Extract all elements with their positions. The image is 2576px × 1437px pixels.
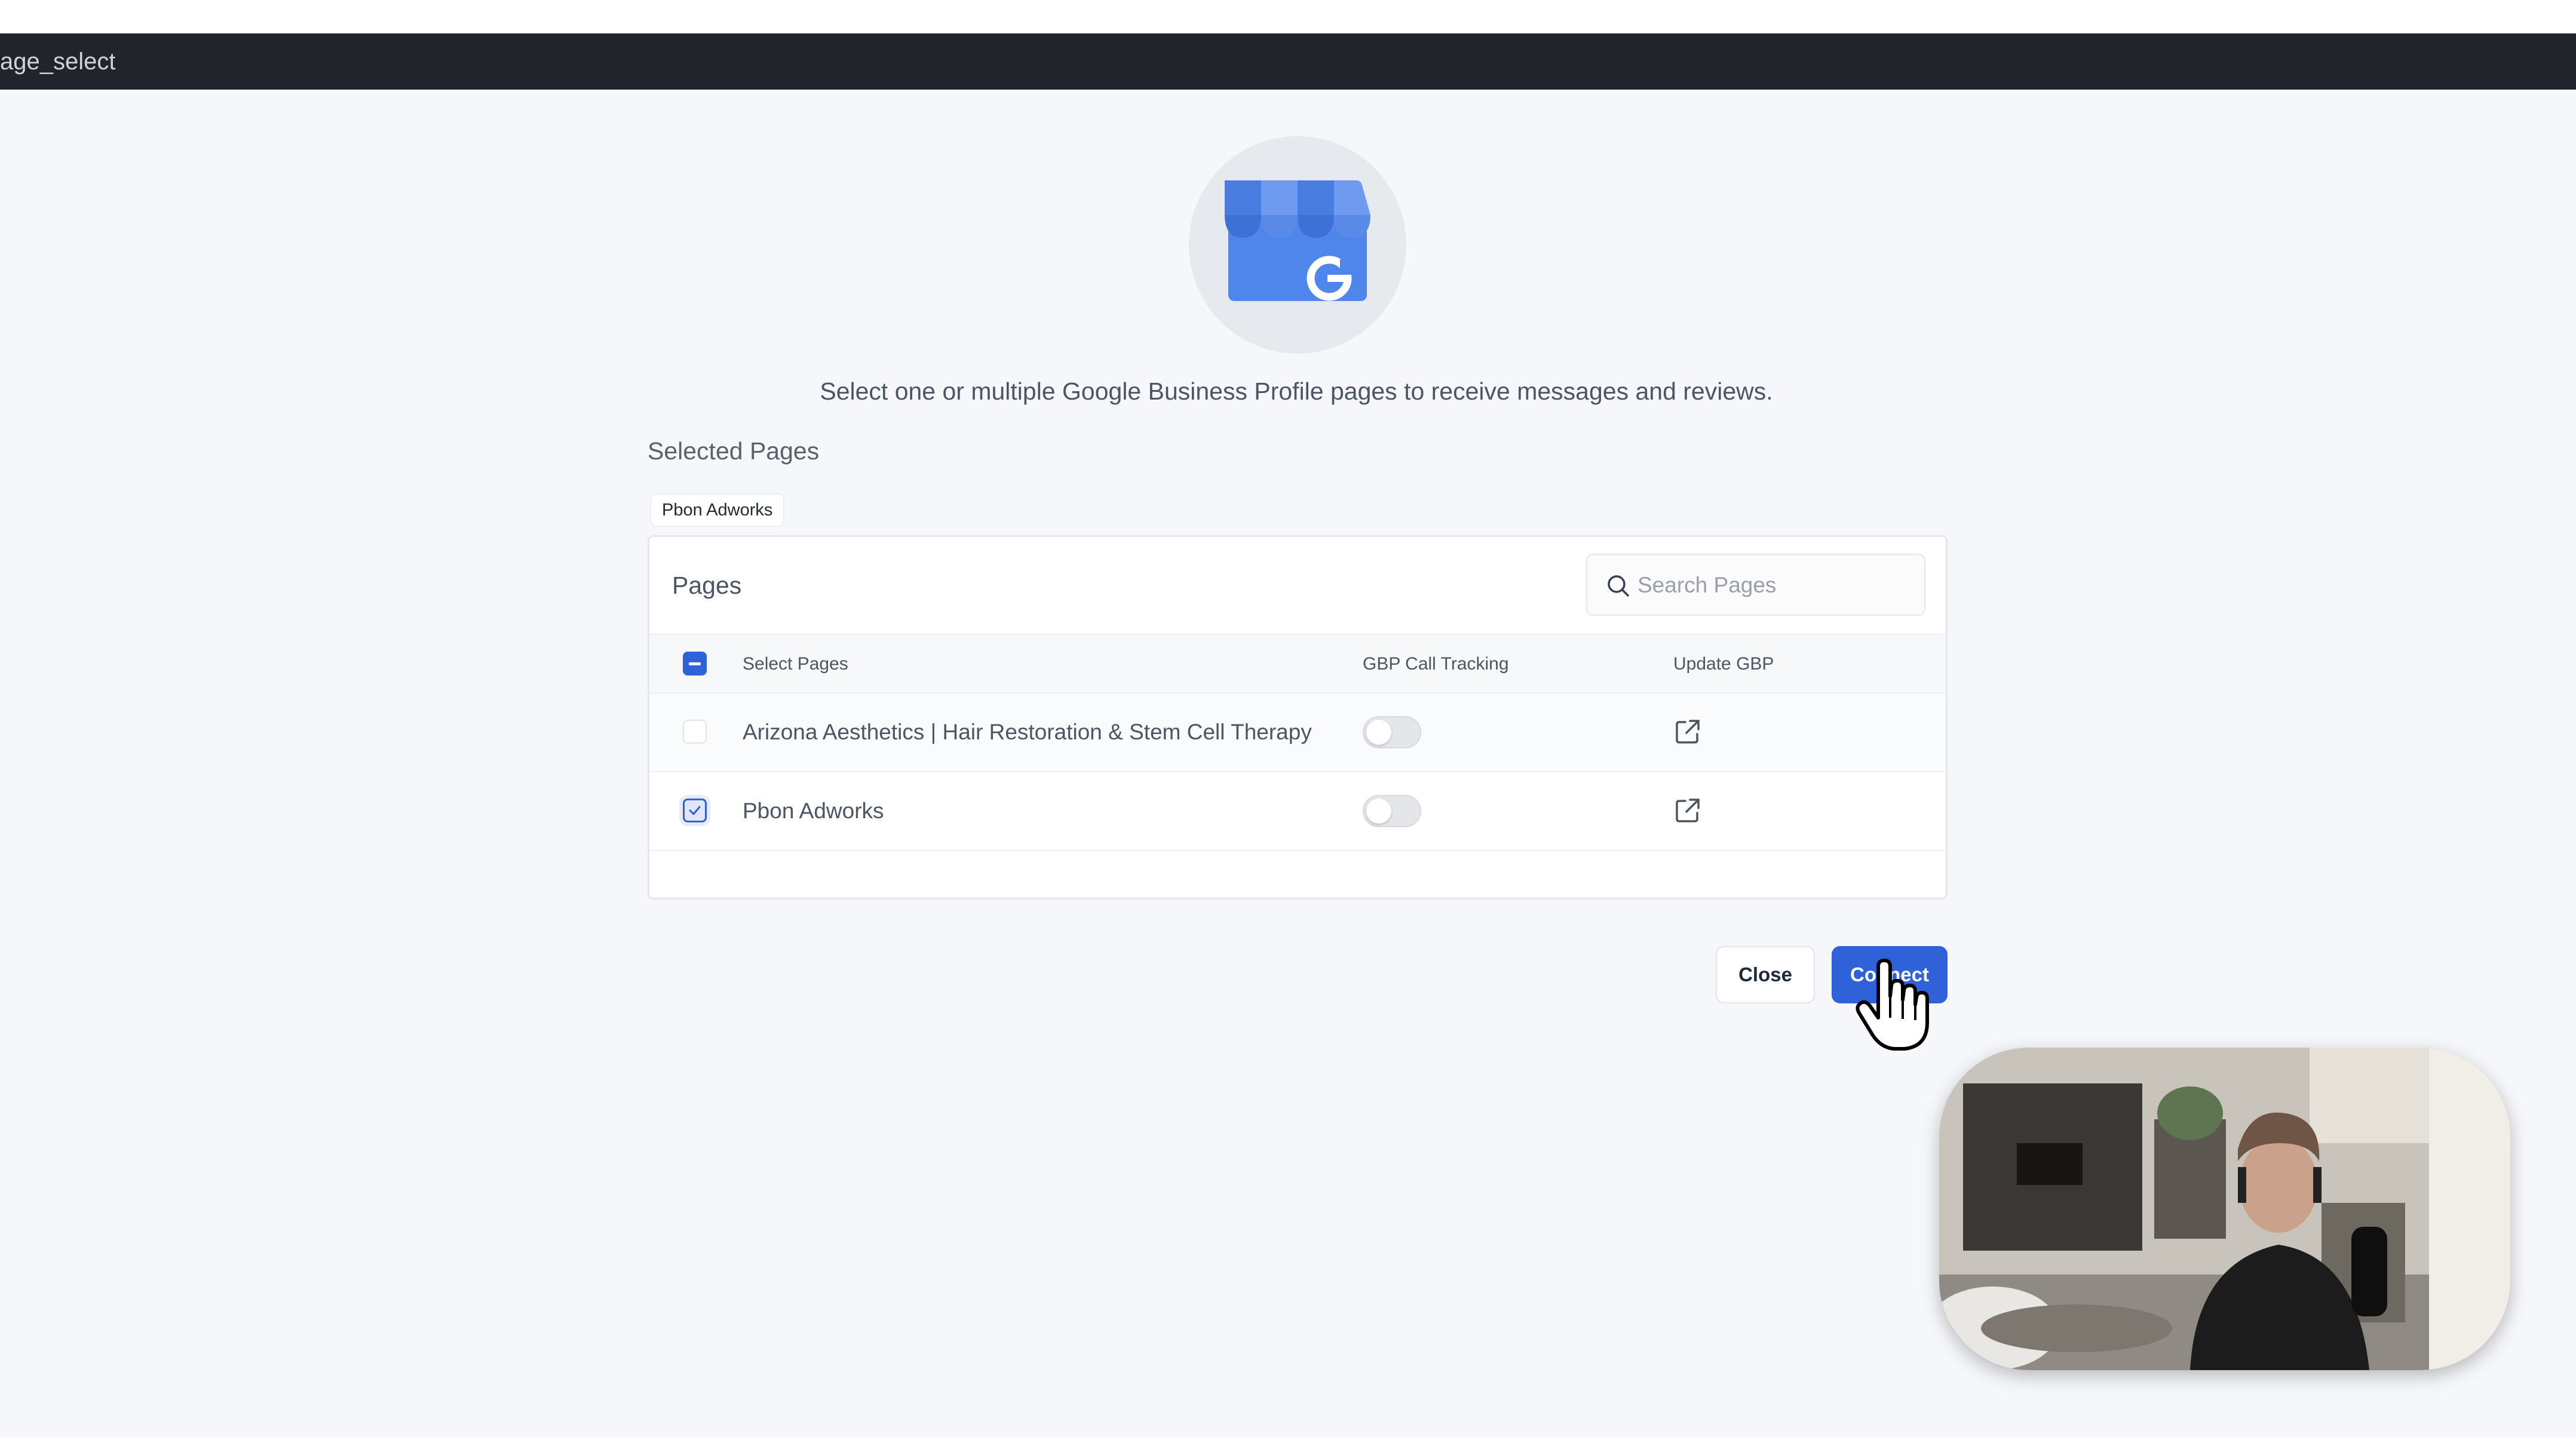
pages-title: Pages	[672, 572, 742, 599]
pages-card: Pages Select Pages GBP Call Tracking Upd…	[648, 535, 1948, 899]
column-update-gbp: Update GBP	[1673, 654, 1774, 674]
google-my-business-logo	[1189, 136, 1406, 354]
table-header: Select Pages GBP Call Tracking Update GB…	[649, 634, 1946, 693]
search-icon	[1608, 575, 1629, 597]
toggle-knob	[1366, 799, 1391, 824]
row-checkbox[interactable]	[683, 799, 707, 822]
selected-pages-label: Selected Pages	[648, 437, 820, 465]
table-row: Pbon Adworks	[649, 772, 1946, 851]
page-name: Arizona Aesthetics | Hair Restoration & …	[743, 720, 1312, 744]
subtitle: Select one or multiple Google Business P…	[820, 377, 1773, 405]
external-link-icon[interactable]	[1673, 796, 1702, 825]
call-tracking-toggle[interactable]	[1363, 795, 1421, 827]
close-button[interactable]: Close	[1716, 946, 1815, 1003]
column-gbp-call-tracking: GBP Call Tracking	[1363, 654, 1509, 674]
top-strip	[0, 0, 2576, 33]
window-title: age_select	[0, 48, 116, 75]
selected-page-chip: Pbon Adworks	[650, 493, 785, 527]
toggle-knob	[1366, 720, 1391, 745]
hand-cursor-icon	[1856, 959, 1929, 1051]
table-row: Arizona Aesthetics | Hair Restoration & …	[649, 693, 1946, 772]
call-tracking-toggle[interactable]	[1363, 716, 1421, 748]
check-icon	[689, 806, 701, 815]
google-my-business-icon	[1225, 180, 1370, 301]
row-checkbox[interactable]	[683, 720, 707, 744]
search-input[interactable]	[1636, 564, 1913, 606]
external-link-icon[interactable]	[1673, 717, 1702, 746]
search-box[interactable]	[1586, 554, 1925, 616]
webcam-video	[1939, 1048, 2510, 1370]
page-name: Pbon Adworks	[743, 799, 884, 823]
webcam-overlay	[1939, 1048, 2510, 1370]
column-select-pages: Select Pages	[743, 654, 848, 674]
title-bar: age_select	[0, 33, 2576, 90]
select-all-checkbox[interactable]	[683, 652, 707, 675]
